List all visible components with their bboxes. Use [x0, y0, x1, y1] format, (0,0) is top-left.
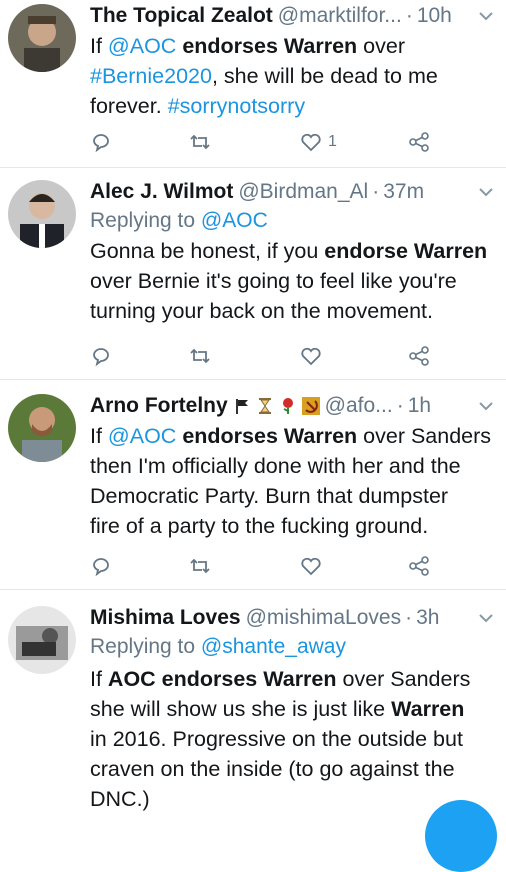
mention-link[interactable]: @AOC: [108, 34, 176, 58]
hashtag-link[interactable]: #Bernie2020: [90, 64, 212, 88]
tweet-text: If AOC endorses Warren over Sanders she …: [90, 667, 471, 811]
mention-link[interactable]: @AOC: [201, 209, 268, 232]
tweet-header: Alec J. Wilmot @Birdman_Al · 37m: [90, 178, 496, 206]
share-icon: [409, 556, 429, 576]
author-name[interactable]: Arno Fortelny: [90, 392, 228, 420]
tweet-text: If @AOC endorses Warren over #Bernie2020…: [90, 34, 438, 118]
hashtag-link[interactable]: #sorrynotsorry: [168, 94, 305, 118]
share-button[interactable]: [408, 552, 430, 580]
reply-icon: [93, 348, 109, 367]
hourglass-icon: [258, 398, 271, 414]
author-handle[interactable]: @Birdman_Al: [238, 178, 368, 206]
retweet-button[interactable]: [188, 342, 212, 370]
chevron-down-icon[interactable]: [476, 608, 496, 628]
separator-dot: ·: [405, 606, 413, 629]
tweet-text: If @AOC endorses Warren over Sanders the…: [90, 424, 492, 538]
replying-to: Replying to @shante_away: [90, 635, 346, 658]
author-name[interactable]: The Topical Zealot: [90, 2, 273, 30]
reply-button[interactable]: [90, 552, 112, 580]
tweet[interactable]: Arno Fortelny @afo... · 1h If @AOC endor…: [0, 380, 506, 590]
avatar[interactable]: [8, 606, 76, 674]
share-button[interactable]: [408, 342, 430, 370]
timestamp[interactable]: 37m: [383, 178, 424, 206]
author-handle[interactable]: @marktilfor...: [278, 2, 402, 30]
mention-link[interactable]: @AOC: [108, 424, 176, 448]
author-handle[interactable]: @afo...: [325, 392, 393, 420]
chevron-down-icon[interactable]: [476, 182, 496, 202]
tweet-header: The Topical Zealot @marktilfor... · 10h: [90, 2, 496, 30]
avatar[interactable]: [8, 4, 76, 72]
separator-dot: ·: [405, 4, 413, 27]
author-name[interactable]: Alec J. Wilmot: [90, 178, 233, 206]
retweet-icon: [190, 134, 210, 150]
mention-link[interactable]: @shante_away: [201, 635, 346, 658]
separator-dot: ·: [396, 394, 404, 417]
flag-icon: [235, 399, 248, 414]
tweet-header: Mishima Loves @mishimaLoves · 3h: [90, 604, 496, 632]
author-handle[interactable]: @mishimaLoves: [246, 604, 402, 632]
heart-icon: [301, 557, 321, 576]
like-button[interactable]: [300, 342, 322, 370]
reply-icon: [93, 134, 109, 153]
share-button[interactable]: [408, 128, 430, 156]
compose-tweet-button[interactable]: [425, 800, 497, 872]
tweet[interactable]: Alec J. Wilmot @Birdman_Al · 37m Replyin…: [0, 168, 506, 380]
like-count: 1: [328, 133, 337, 150]
timestamp[interactable]: 3h: [416, 604, 439, 632]
rose-icon: [282, 398, 293, 414]
chevron-down-icon[interactable]: [476, 6, 496, 26]
heart-icon: [301, 347, 321, 366]
author-name[interactable]: Mishima Loves: [90, 604, 241, 632]
tweet-text: Gonna be honest, if you endorse Warren o…: [90, 239, 488, 323]
reply-icon: [93, 558, 109, 577]
retweet-icon: [190, 558, 210, 574]
tweet[interactable]: Mishima Loves @mishimaLoves · 3h Replyin…: [0, 590, 506, 814]
share-icon: [409, 132, 429, 152]
tweet[interactable]: The Topical Zealot @marktilfor... · 10h …: [0, 0, 506, 168]
like-button[interactable]: [300, 552, 322, 580]
replying-to: Replying to @AOC: [90, 209, 268, 232]
tweet-header: Arno Fortelny @afo... · 1h: [90, 392, 496, 420]
retweet-icon: [190, 348, 210, 364]
chevron-down-icon[interactable]: [476, 396, 496, 416]
share-icon: [409, 346, 429, 366]
like-button[interactable]: 1: [300, 128, 337, 156]
avatar[interactable]: [8, 394, 76, 462]
hammer-sickle-icon: [301, 397, 320, 415]
timestamp[interactable]: 10h: [417, 2, 452, 30]
timestamp[interactable]: 1h: [408, 392, 431, 420]
reply-button[interactable]: [90, 128, 112, 156]
reply-button[interactable]: [90, 342, 112, 370]
retweet-button[interactable]: [188, 128, 212, 156]
heart-icon: [301, 133, 321, 152]
retweet-button[interactable]: [188, 552, 212, 580]
separator-dot: ·: [372, 180, 380, 203]
avatar[interactable]: [8, 180, 76, 248]
